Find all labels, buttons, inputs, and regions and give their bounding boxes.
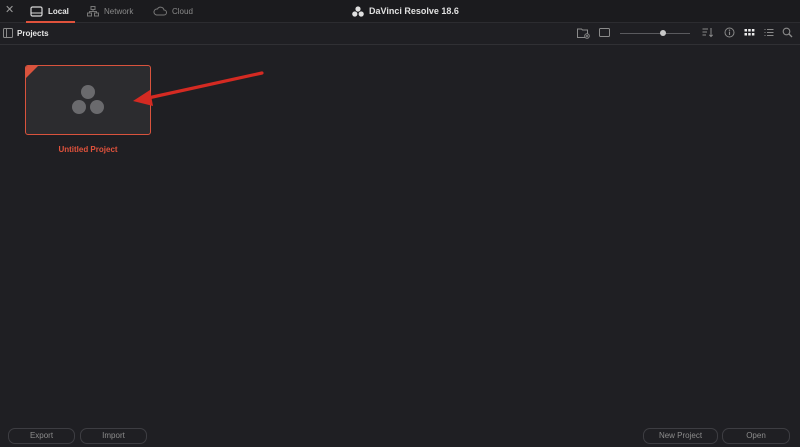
search-icon[interactable]: [782, 27, 793, 38]
projects-toolbar: Projects: [0, 23, 800, 45]
tab-local-label: Local: [48, 6, 69, 16]
new-project-button[interactable]: New Project: [643, 428, 718, 444]
cloud-icon: [153, 6, 167, 16]
projects-title: Projects: [17, 29, 49, 38]
new-folder-icon[interactable]: [577, 27, 590, 39]
app-title-text: DaVinci Resolve 18.6: [369, 6, 459, 16]
top-bar: ✕ Local Network Cloud DaVinci Resolve 18…: [0, 0, 800, 23]
list-view-icon[interactable]: [764, 27, 774, 38]
davinci-logo-icon: [72, 85, 104, 114]
drive-icon: [30, 5, 43, 17]
davinci-logo-icon: [352, 5, 364, 17]
import-button[interactable]: Import: [80, 428, 147, 444]
panel-toggle-icon[interactable]: [3, 28, 13, 38]
tab-network[interactable]: Network: [87, 0, 133, 22]
thumbnail-view-icon[interactable]: [599, 27, 610, 38]
open-button[interactable]: Open: [722, 428, 790, 444]
info-icon[interactable]: [724, 27, 735, 38]
network-icon: [87, 5, 99, 16]
tab-cloud[interactable]: Cloud: [153, 0, 193, 22]
app-title: DaVinci Resolve 18.6: [352, 0, 459, 22]
tab-cloud-label: Cloud: [172, 6, 193, 16]
grid-view-icon[interactable]: [744, 27, 755, 38]
close-icon[interactable]: ✕: [5, 3, 14, 17]
project-thumbnail[interactable]: [25, 65, 151, 135]
zoom-slider[interactable]: [620, 33, 690, 34]
tab-network-label: Network: [104, 6, 134, 16]
sort-icon[interactable]: [702, 27, 714, 38]
zoom-slider-knob[interactable]: [660, 30, 667, 36]
tab-local[interactable]: Local: [26, 0, 75, 23]
selected-corner-badge: [26, 66, 38, 78]
project-name[interactable]: Untitled Project: [25, 145, 151, 154]
export-button[interactable]: Export: [8, 428, 75, 444]
